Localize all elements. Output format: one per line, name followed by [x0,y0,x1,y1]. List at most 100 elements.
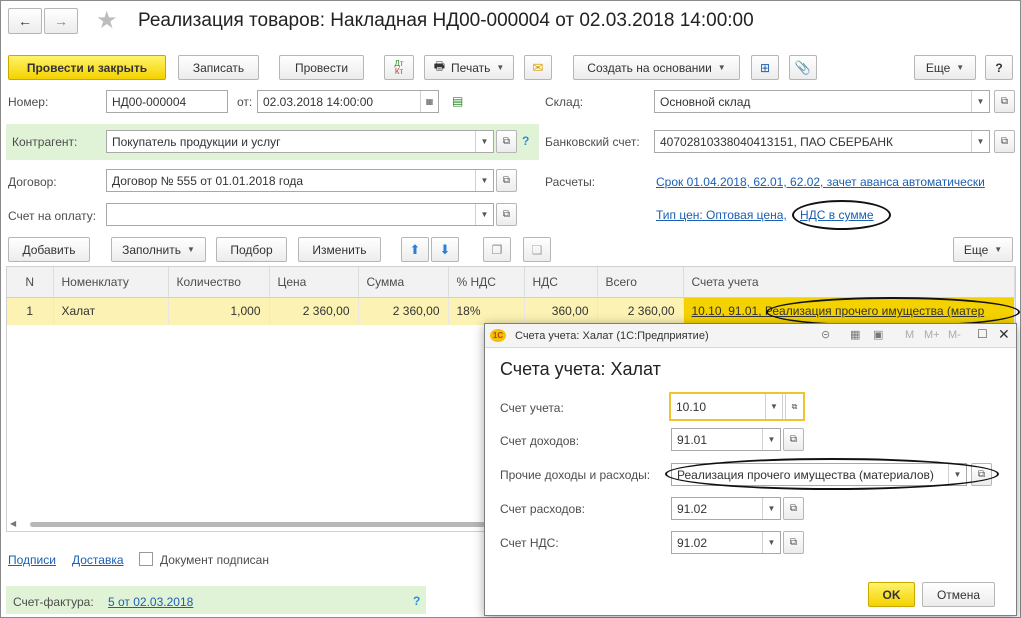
contract-field[interactable]: Договор № 555 от 01.01.2018 года ▼ [106,169,494,192]
open-invoice-button[interactable]: ⧉ [496,203,517,226]
table-horizontal-scrollbar[interactable]: ◀ [8,519,485,529]
vat-account-field[interactable]: 91.02 ▼ [671,531,781,554]
table-more-label: Еще [963,242,989,257]
scrollbar-thumb[interactable] [30,522,485,527]
open-income-button[interactable]: ⧉ [783,428,804,451]
contract-label: Договор: [8,175,57,189]
save-button[interactable]: Записать [178,55,259,80]
move-up-button[interactable]: ⬆ [401,237,429,262]
pick-button[interactable]: Подбор [216,237,287,262]
calendar-icon[interactable]: ▣ [873,328,883,341]
chevron-down-icon[interactable]: ▼ [475,131,493,152]
cell-item[interactable]: Халат [53,297,169,325]
close-icon[interactable]: ✕ [998,326,1010,343]
paste-rows-button[interactable]: ❏ [523,237,551,262]
invoice-footer-link[interactable]: 5 от 02.03.2018 [108,595,193,609]
document-status-icon[interactable]: ▤ [452,94,463,108]
open-expense-button[interactable]: ⧉ [783,497,804,520]
col-header-sum[interactable]: Сумма [358,267,449,298]
bank-account-field[interactable]: 40702810338040413151, ПАО СБЕРБАНК ▼ [654,130,990,153]
price-type-link[interactable]: Тип цен: Оптовая цена, [656,208,787,222]
copy-rows-button[interactable]: ❐ [483,237,511,262]
add-row-button[interactable]: Добавить [8,237,90,262]
expense-account-field[interactable]: 91.02 ▼ [671,497,781,520]
settlements-link[interactable]: Срок 01.04.2018, 62.01, 62.02, зачет ава… [656,175,985,189]
col-header-price[interactable]: Цена [269,267,359,298]
print-button[interactable]: 🖶 Печать ▼ [424,55,514,80]
memory-m-button[interactable]: M [905,329,914,341]
email-button[interactable]: ✉ [524,55,552,80]
account-field[interactable]: 10.10 ▼ ⧉ [669,392,805,421]
counterparty-field[interactable]: Покупатель продукции и услуг ▼ [106,130,494,153]
delivery-link[interactable]: Доставка [72,553,124,567]
calendar-icon[interactable]: ▦ [420,91,438,112]
col-header-item[interactable]: Номенклату [53,267,169,298]
income-account-field[interactable]: 91.01 ▼ [671,428,781,451]
doc-signed-checkbox[interactable] [139,552,153,566]
cell-vat[interactable]: 360,00 [524,297,598,325]
chevron-down-icon[interactable]: ▼ [762,498,780,519]
signatures-link[interactable]: Подписи [8,553,56,567]
back-button[interactable]: ← [8,8,42,34]
number-field[interactable]: НД00-000004 [106,90,228,113]
favorite-star-icon[interactable]: ★ [96,6,118,35]
move-down-button[interactable]: ⬇ [431,237,459,262]
change-button[interactable]: Изменить [298,237,381,262]
post-and-close-button[interactable]: Провести и закрыть [8,55,166,80]
warehouse-value: Основной склад [660,95,751,109]
open-bank-account-button[interactable]: ⧉ [994,130,1015,153]
open-icon: ⧉ [502,175,511,186]
open-counterparty-button[interactable]: ⧉ [496,130,517,153]
chevron-down-icon[interactable]: ▼ [475,170,493,191]
col-header-accounts[interactable]: Счета учета [683,267,1015,298]
memory-minus-button[interactable]: M- [948,329,961,341]
create-based-on-button[interactable]: Создать на основании ▼ [573,55,740,80]
cell-price[interactable]: 2 360,00 [269,297,359,325]
calculator-icon[interactable]: ▦ [850,328,860,341]
more-button[interactable]: Еще ▼ [914,55,976,80]
chevron-down-icon[interactable]: ▼ [765,394,783,419]
attach-button[interactable]: 📎 [789,55,817,80]
col-header-quantity[interactable]: Количество [168,267,270,298]
chevron-down-icon[interactable]: ▼ [971,91,989,112]
dtkt-button[interactable]: Дт Кт [384,55,414,80]
dialog-window-title: Счета учета: Халат (1С:Предприятие) [515,330,709,342]
counterparty-help-icon[interactable]: ? [522,134,529,148]
cell-total[interactable]: 2 360,00 [597,297,684,325]
chevron-down-icon[interactable]: ▼ [762,429,780,450]
invoice-help-icon[interactable]: ? [413,594,420,608]
col-header-n[interactable]: N [7,267,54,298]
chevron-down-icon[interactable]: ▼ [762,532,780,553]
fill-button[interactable]: Заполнить ▼ [111,237,206,262]
help-button[interactable]: ? [985,55,1013,80]
memory-plus-button[interactable]: M+ [924,329,940,341]
col-header-vat[interactable]: НДС [524,267,598,298]
cell-vat-rate[interactable]: 18% [448,297,525,325]
ok-button[interactable]: OK [868,582,915,607]
cell-quantity[interactable]: 1,000 [168,297,270,325]
post-button[interactable]: Провести [279,55,364,80]
structure-button[interactable]: ⊞ [751,55,779,80]
chevron-down-icon[interactable]: ▼ [475,204,493,225]
open-vat-button[interactable]: ⧉ [783,531,804,554]
date-field[interactable]: 02.03.2018 14:00:00 ▦ [257,90,439,113]
chevron-down-icon[interactable]: ▼ [971,131,989,152]
vat-account-label: Счет НДС: [500,536,559,550]
open-warehouse-button[interactable]: ⧉ [994,90,1015,113]
col-header-total[interactable]: Всего [597,267,684,298]
table-more-button[interactable]: Еще ▼ [953,237,1013,262]
forward-button[interactable]: → [44,8,78,34]
link-icon[interactable]: ⊝ [821,328,830,341]
invoice-for-payment-field[interactable]: ▼ [106,203,494,226]
cell-n[interactable]: 1 [7,297,54,325]
open-icon[interactable]: ⧉ [785,394,803,419]
cell-sum[interactable]: 2 360,00 [358,297,449,325]
col-header-vat-rate[interactable]: % НДС [448,267,525,298]
open-icon: ⧉ [1000,136,1009,147]
open-contract-button[interactable]: ⧉ [496,169,517,192]
bank-account-label: Банковский счет: [545,135,640,149]
cancel-button[interactable]: Отмена [922,582,995,607]
scroll-left-icon[interactable]: ◀ [10,519,16,528]
warehouse-field[interactable]: Основной склад ▼ [654,90,990,113]
maximize-icon[interactable]: ☐ [977,327,988,341]
